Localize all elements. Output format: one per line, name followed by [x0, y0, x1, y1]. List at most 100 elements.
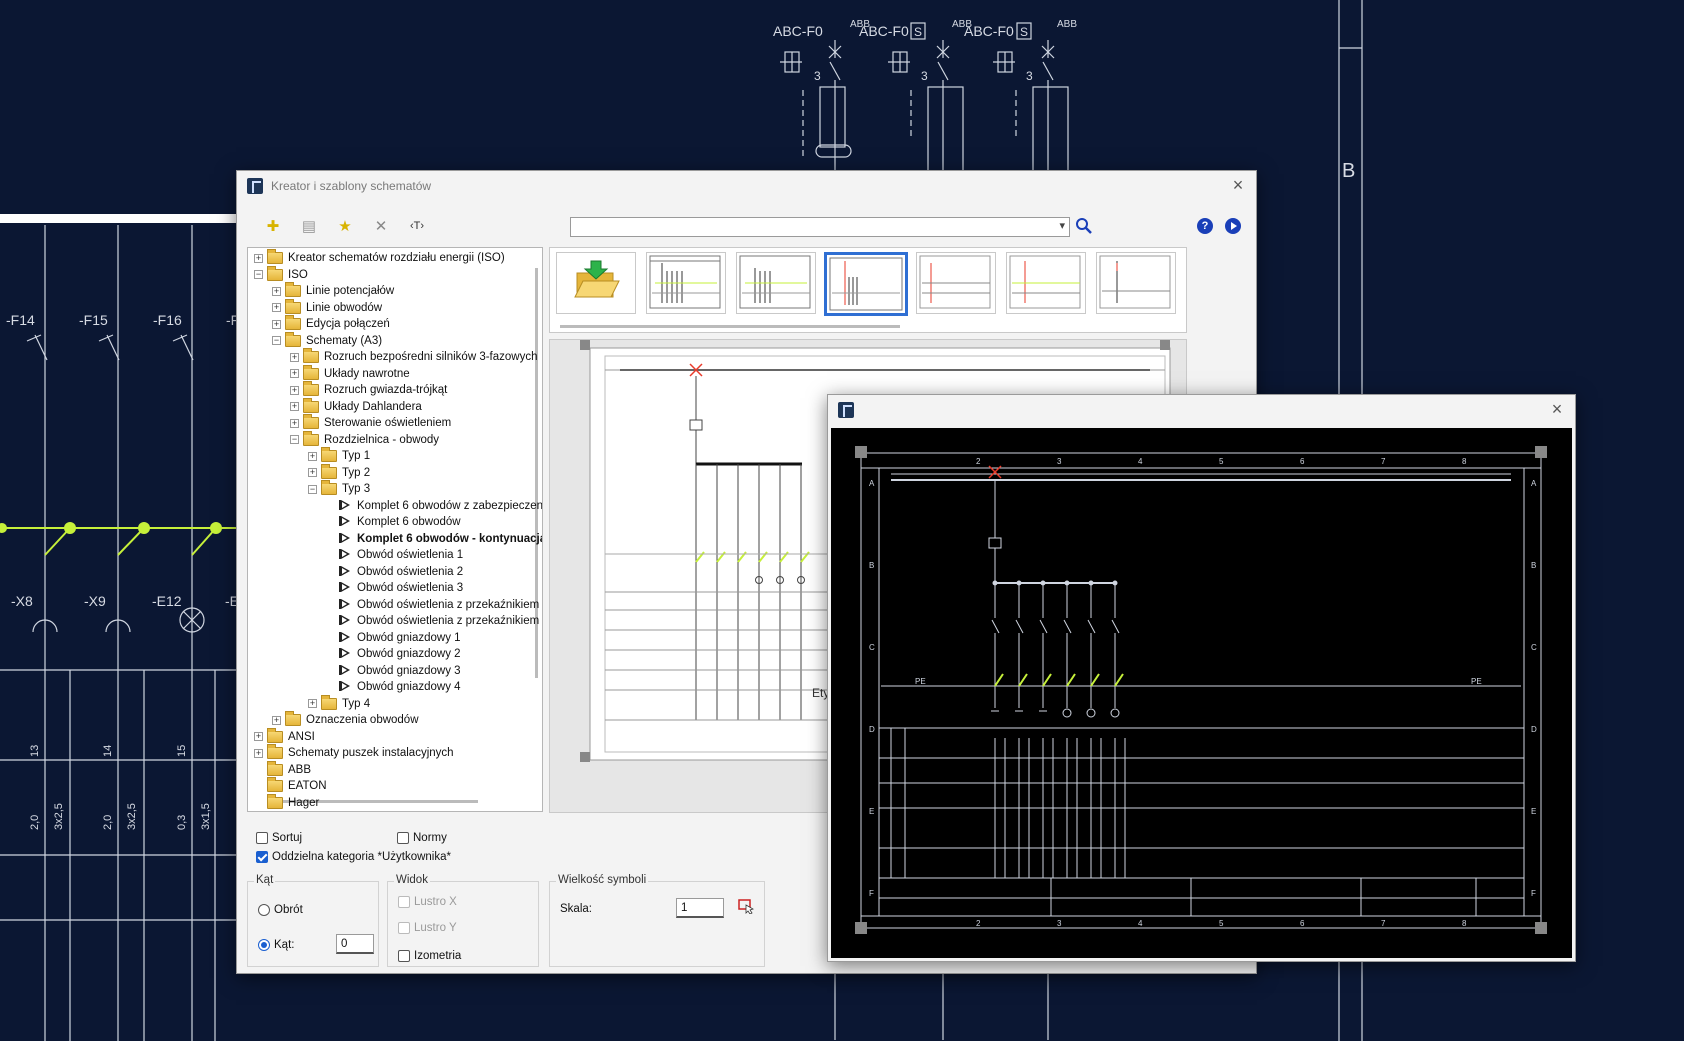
collapse-icon[interactable]: −	[308, 484, 317, 494]
tree-template-item[interactable]: Obwód oświetlenia z przekaźnikiem bis	[326, 613, 542, 629]
template-thumbnail[interactable]	[916, 252, 996, 314]
tree-template-item[interactable]: Obwód oświetlenia 2	[326, 564, 463, 580]
tree-template-item[interactable]: Obwód gniazdowy 4	[326, 679, 461, 695]
tree-template-item[interactable]: Komplet 6 obwodów - kontynuacja	[326, 531, 542, 547]
scale-input[interactable]: 1	[676, 898, 724, 918]
template-thumbnail-selected[interactable]	[824, 252, 908, 316]
expand-icon[interactable]: +	[290, 369, 299, 378]
tree-folder-item[interactable]: + Oznaczenia obwodów	[272, 711, 419, 728]
norms-checkbox-box[interactable]	[397, 832, 409, 844]
tree-template-item[interactable]: Obwód oświetlenia z przekaźnikiem bis	[326, 597, 542, 613]
expand-icon[interactable]: +	[290, 352, 299, 362]
tree-folder-item[interactable]: EATON	[254, 777, 327, 794]
tree-template-item[interactable]: Komplet 6 obwodów z zabezpieczeniem	[326, 498, 542, 514]
thumbnail-scrollbar[interactable]	[560, 325, 900, 328]
collapse-icon[interactable]: −	[290, 435, 299, 444]
tree-folder-item[interactable]: + Typ 2	[308, 463, 371, 481]
tree-folder-item[interactable]: + Układy Dahlandera	[290, 397, 422, 415]
delete-icon[interactable]: ✕	[370, 215, 392, 237]
template-thumbnail[interactable]	[646, 252, 726, 314]
text-tag-icon[interactable]: ‹T›	[406, 215, 428, 237]
expand-icon[interactable]: +	[290, 402, 299, 411]
expand-icon[interactable]: +	[290, 418, 299, 428]
thumbnail-strip[interactable]	[549, 247, 1187, 333]
next-arrow-icon[interactable]	[1225, 218, 1241, 234]
expand-icon[interactable]: +	[308, 699, 317, 708]
tree-item-label: Typ 2	[342, 466, 371, 479]
expand-icon[interactable]: +	[272, 715, 281, 725]
tree-folder-item[interactable]: + Linie obwodów	[272, 298, 382, 316]
tree-folder-item[interactable]: + Rozruch gwiazda-trójkąt	[290, 381, 447, 398]
close-icon[interactable]: ×	[1547, 400, 1567, 420]
separate-category-checkbox-box[interactable]	[256, 851, 268, 863]
expand-icon[interactable]: +	[254, 732, 263, 741]
isometry-checkbox-box[interactable]	[398, 950, 410, 962]
norms-checkbox[interactable]: Normy	[397, 832, 447, 844]
tree-folder-item[interactable]: + Układy nawrotne	[290, 364, 410, 382]
collapse-icon[interactable]: −	[272, 336, 281, 345]
tree-folder-item[interactable]: − Typ 3	[308, 480, 370, 497]
mirror-y-checkbox-box[interactable]	[398, 922, 410, 934]
angle-input[interactable]: 0	[336, 934, 374, 954]
dialog-titlebar[interactable]: Kreator i szablony schematów	[237, 171, 1256, 201]
favorite-star-icon[interactable]: ★	[334, 215, 356, 237]
collapse-icon[interactable]: −	[254, 270, 263, 279]
tree-folder-item[interactable]: + Sterowanie oświetleniem	[290, 414, 451, 431]
tree-folder-item[interactable]: + Edycja połączeń	[272, 315, 390, 332]
expand-icon[interactable]: +	[272, 286, 281, 296]
template-thumbnail[interactable]	[1096, 252, 1176, 314]
template-tree[interactable]: + Kreator schematów rozdziału energii (IS…	[247, 247, 543, 812]
tree-folder-item[interactable]: − Schematy (A3)	[272, 331, 382, 349]
help-icon[interactable]: ?	[1197, 218, 1213, 234]
preview-canvas[interactable]: A A B B C C D D E E F F 2 2 3 3 4 4 5 5 6 6 7 7 8 8 PE PE	[831, 428, 1572, 958]
tree-folder-item[interactable]: + Rozruch bezpośredni silników 3-fazowych	[290, 348, 538, 365]
tree-folder-item[interactable]: + Typ 4	[308, 694, 370, 712]
tree-template-item[interactable]: Obwód gniazdowy 1	[326, 630, 461, 646]
rotation-label: Obrót	[274, 904, 303, 916]
expand-icon[interactable]: +	[272, 303, 281, 312]
tree-folder-item[interactable]: ABB	[254, 760, 311, 778]
mirror-y-checkbox[interactable]: Lustro Y	[398, 922, 457, 934]
angle-radio[interactable]: Kąt:	[258, 939, 294, 951]
tree-folder-item[interactable]: + Linie potencjałów	[272, 282, 394, 299]
tree-folder-item[interactable]: − Rozdzielnica - obwody	[290, 430, 439, 448]
open-folder-thumbnail[interactable]	[556, 252, 636, 314]
tree-folder-item[interactable]: − ISO	[254, 265, 308, 283]
properties-icon[interactable]: ▤	[298, 215, 320, 237]
add-icon[interactable]: ✚	[262, 215, 284, 237]
mirror-x-checkbox[interactable]: Lustro X	[398, 896, 457, 908]
angle-radio-button[interactable]	[258, 939, 270, 951]
rotation-radio[interactable]: Obrót	[258, 904, 303, 916]
sort-checkbox[interactable]: Sortuj	[256, 832, 302, 844]
expand-icon[interactable]: +	[308, 451, 317, 461]
search-combobox[interactable]: ▾	[570, 217, 1070, 237]
tree-template-item[interactable]: Komplet 6 obwodów	[326, 514, 461, 530]
mirror-x-checkbox-box[interactable]	[398, 896, 410, 908]
expand-icon[interactable]: +	[254, 253, 263, 263]
tree-folder-item[interactable]: Hager	[254, 793, 319, 811]
tree-folder-item[interactable]: + Kreator schematów rozdziału energii (IS…	[254, 249, 505, 266]
close-icon[interactable]: ×	[1228, 176, 1248, 196]
search-icon[interactable]	[1075, 217, 1093, 235]
preview-window[interactable]: × A A B B C C D D E E F F 2 2 3 3 4 4 5 …	[827, 394, 1576, 962]
expand-icon[interactable]: +	[308, 468, 317, 477]
expand-icon[interactable]: +	[272, 319, 281, 329]
tree-folder-item[interactable]: + Schematy puszek instalacyjnych	[254, 744, 454, 761]
expand-icon[interactable]: +	[254, 748, 263, 758]
chevron-down-icon[interactable]: ▾	[1059, 219, 1065, 232]
tree-folder-item[interactable]: + ANSI	[254, 727, 315, 745]
pick-scale-icon[interactable]	[738, 898, 754, 914]
rotation-radio-button[interactable]	[258, 904, 270, 916]
sort-checkbox-box[interactable]	[256, 832, 268, 844]
template-thumbnail[interactable]	[736, 252, 816, 314]
template-thumbnail[interactable]	[1006, 252, 1086, 314]
tree-folder-item[interactable]: + Typ 1	[308, 447, 370, 464]
tree-template-item[interactable]: Obwód oświetlenia 1	[326, 547, 463, 563]
preview-titlebar[interactable]	[828, 395, 1575, 425]
expand-icon[interactable]: +	[290, 385, 299, 395]
isometry-checkbox[interactable]: Izometria	[398, 950, 461, 962]
tree-template-item[interactable]: Obwód gniazdowy 3	[326, 663, 461, 679]
separate-category-checkbox[interactable]: Oddzielna kategoria *Użytkownika*	[256, 851, 451, 863]
tree-template-item[interactable]: Obwód oświetlenia 3	[326, 580, 463, 596]
tree-template-item[interactable]: Obwód gniazdowy 2	[326, 646, 461, 662]
